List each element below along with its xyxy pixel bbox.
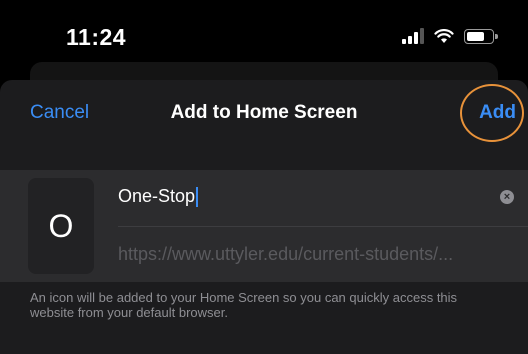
footnote-text: An icon will be added to your Home Scree… (30, 290, 458, 320)
sheet-nav-bar: Cancel Add to Home Screen Add (0, 80, 528, 152)
screen: 11:24 Cancel Add to Home Screen Add O On… (0, 0, 528, 354)
website-icon-letter: O (48, 207, 74, 244)
url-field: https://www.uttyler.edu/current-students… (118, 244, 454, 264)
bookmark-form: O One-Stop × https://www.uttyler.edu/cur… (0, 170, 528, 282)
add-to-home-screen-sheet: Cancel Add to Home Screen Add O One-Stop… (0, 80, 528, 354)
text-caret (196, 186, 199, 207)
clear-circle-icon[interactable]: × (500, 190, 514, 204)
name-field-value: One-Stop (118, 186, 196, 206)
wifi-icon (434, 28, 454, 43)
website-icon-preview: O (28, 178, 94, 274)
add-button[interactable]: Add (479, 102, 516, 124)
cellular-signal-icon (402, 28, 424, 44)
status-bar: 11:24 (0, 0, 528, 70)
field-divider (118, 226, 528, 227)
battery-icon (464, 28, 498, 44)
cancel-button[interactable]: Cancel (30, 102, 89, 124)
name-field[interactable]: One-Stop (118, 186, 498, 207)
status-time: 11:24 (66, 24, 127, 50)
status-icons (402, 28, 498, 44)
